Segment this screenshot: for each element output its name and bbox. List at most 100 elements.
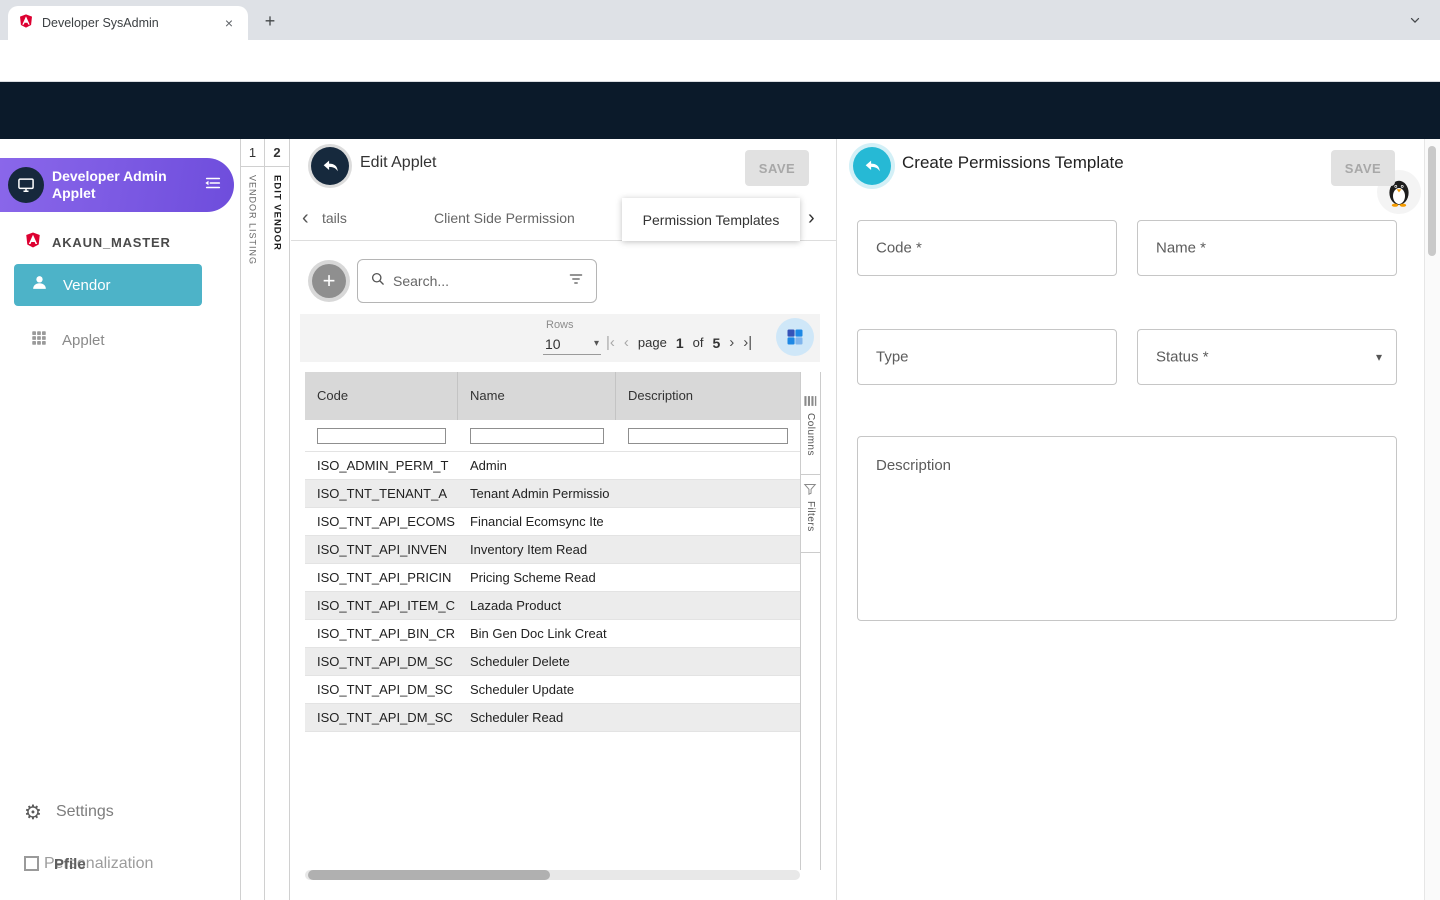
column-header-code[interactable]: Code <box>305 372 458 420</box>
back-button[interactable] <box>311 147 349 185</box>
cell-code: ISO_ADMIN_PERM_T <box>305 452 458 479</box>
tab-search-chevron-icon[interactable] <box>1408 13 1422 32</box>
angular-favicon-icon <box>18 13 34 34</box>
app-header: akaun <box>0 82 1440 139</box>
table-row[interactable]: ISO_TNT_API_ECOMSFinancial Ecomsync Ite <box>305 508 800 536</box>
screen: Developer SysAdmin × + ← → ↻ akaun.cloud… <box>0 0 1440 900</box>
rows-per-page-value: 10 <box>545 336 561 352</box>
sidebar-item-settings[interactable]: ⚙ Settings <box>24 798 114 826</box>
sidebar-item-label: AKAUN_MASTER <box>52 235 171 250</box>
filters-tool[interactable]: Filters <box>805 501 816 532</box>
save-button[interactable]: SAVE <box>1331 150 1395 186</box>
cell-description <box>616 704 800 731</box>
table-row[interactable]: ISO_TNT_API_BIN_CRBin Gen Doc Link Creat <box>305 620 800 648</box>
cell-name: Scheduler Update <box>458 676 616 703</box>
columns-tool[interactable]: Columns <box>805 413 816 456</box>
new-tab-button[interactable]: + <box>258 9 282 33</box>
rail-tab-edit-vendor[interactable]: 2 EDIT VENDOR <box>265 139 290 900</box>
table-row[interactable]: ISO_TNT_API_PRICINPricing Scheme Read <box>305 564 800 592</box>
tab-close-icon[interactable]: × <box>220 14 238 32</box>
table-row[interactable]: ISO_TNT_API_INVENInventory Item Read <box>305 536 800 564</box>
search-icon <box>370 271 385 291</box>
sidebar-item-personalization[interactable]: Personalization Pfile <box>24 850 204 880</box>
cell-name: Bin Gen Doc Link Creat <box>458 620 616 647</box>
cell-code: ISO_TNT_API_PRICIN <box>305 564 458 591</box>
horizontal-scrollbar-thumb[interactable] <box>308 870 550 880</box>
table-row[interactable]: ISO_ADMIN_PERM_TAdmin <box>305 452 800 480</box>
description-field-label: Description <box>876 457 951 474</box>
browser-tab[interactable]: Developer SysAdmin × <box>8 6 248 40</box>
previous-page-icon[interactable]: ‹ <box>624 334 629 351</box>
cell-code: ISO_TNT_API_ECOMS <box>305 508 458 535</box>
filter-name-input[interactable] <box>470 428 604 444</box>
pagination: |‹ ‹ page 1 of 5 › ›| <box>606 334 752 351</box>
cell-code: ISO_TNT_API_DM_SC <box>305 704 458 731</box>
table-filter-row <box>305 420 800 452</box>
tools-divider <box>800 552 821 553</box>
cell-name: Financial Ecomsync Ite <box>458 508 616 535</box>
table-row[interactable]: ISO_TNT_API_DM_SCScheduler Read <box>305 704 800 732</box>
tools-divider <box>800 474 821 475</box>
monitor-icon <box>8 167 44 203</box>
rail-tab-vendor-listing[interactable]: 1 VENDOR LISTING <box>240 139 265 900</box>
filter-code-input[interactable] <box>317 428 446 444</box>
cell-code: ISO_TNT_API_ITEM_C <box>305 592 458 619</box>
type-field[interactable]: Type <box>857 329 1117 385</box>
search-input[interactable] <box>393 273 560 289</box>
tab-permission-templates[interactable]: Permission Templates <box>622 198 800 241</box>
table-row[interactable]: ISO_TNT_TENANT_ATenant Admin Permissio <box>305 480 800 508</box>
save-button[interactable]: SAVE <box>745 150 809 186</box>
add-template-button[interactable]: + <box>312 264 346 298</box>
tabs-scroll-left-icon[interactable]: ‹ <box>302 207 309 230</box>
sidebar-applet-button[interactable]: Developer Admin Applet <box>0 158 234 212</box>
search-box <box>357 259 597 303</box>
collapse-menu-icon[interactable] <box>204 174 222 197</box>
cell-name: Admin <box>458 452 616 479</box>
code-field[interactable]: Code * <box>857 220 1117 276</box>
status-select[interactable]: Status * ▾ <box>1137 329 1397 385</box>
column-header-description[interactable]: Description <box>616 372 800 420</box>
cell-name: Scheduler Delete <box>458 648 616 675</box>
tab-title: Developer SysAdmin <box>42 16 212 30</box>
filter-description-input[interactable] <box>628 428 788 444</box>
rows-per-page-select[interactable]: 10 ▾ <box>543 333 601 355</box>
column-header-name[interactable]: Name <box>458 372 616 420</box>
name-field[interactable]: Name * <box>1137 220 1397 276</box>
table-row[interactable]: ISO_TNT_API_DM_SCScheduler Update <box>305 676 800 704</box>
next-page-icon[interactable]: › <box>729 334 734 351</box>
settings-label: Settings <box>56 803 114 821</box>
table-row[interactable]: ISO_TNT_API_DM_SCScheduler Delete <box>305 648 800 676</box>
sidebar-item-label: Applet <box>62 332 105 349</box>
tabs-scroll-right-icon[interactable]: › <box>808 207 815 230</box>
description-field[interactable]: Description <box>857 436 1397 621</box>
checkbox-icon[interactable] <box>24 856 39 871</box>
status-field-label: Status * <box>1156 349 1209 366</box>
rows-label: Rows <box>546 319 574 331</box>
cell-description <box>616 536 800 563</box>
last-page-icon[interactable]: ›| <box>743 334 752 351</box>
rail-tab-number: 2 <box>265 139 289 167</box>
profile-overlay-label: Pfile <box>54 856 86 873</box>
chevron-down-icon: ▾ <box>594 338 599 349</box>
sidebar-item-vendor[interactable]: Vendor <box>14 264 202 306</box>
tab-details[interactable]: tails <box>322 210 347 226</box>
sidebar-item-applet[interactable]: Applet <box>14 320 202 360</box>
columns-icon[interactable] <box>803 394 817 413</box>
cell-name: Tenant Admin Permissio <box>458 480 616 507</box>
cell-code: ISO_TNT_API_DM_SC <box>305 648 458 675</box>
table-row[interactable]: ISO_TNT_API_ITEM_CLazada Product <box>305 592 800 620</box>
cell-description <box>616 620 800 647</box>
filters-funnel-icon[interactable] <box>803 482 817 501</box>
back-button[interactable] <box>853 147 891 185</box>
vertical-scrollbar-thumb[interactable] <box>1428 146 1436 256</box>
cell-description <box>616 676 800 703</box>
filter-list-icon[interactable] <box>568 271 584 292</box>
tab-client-side-permission[interactable]: Client Side Permission <box>434 210 575 226</box>
code-field-label: Code * <box>876 240 922 257</box>
apps-grid-icon <box>30 329 48 352</box>
of-word: of <box>693 335 704 350</box>
sidebar-item-akaun-master[interactable]: AKAUN_MASTER <box>24 228 171 256</box>
grid-view-button[interactable] <box>776 318 814 356</box>
first-page-icon[interactable]: |‹ <box>606 334 615 351</box>
table-body: ISO_ADMIN_PERM_TAdmin ISO_TNT_TENANT_ATe… <box>305 452 800 732</box>
